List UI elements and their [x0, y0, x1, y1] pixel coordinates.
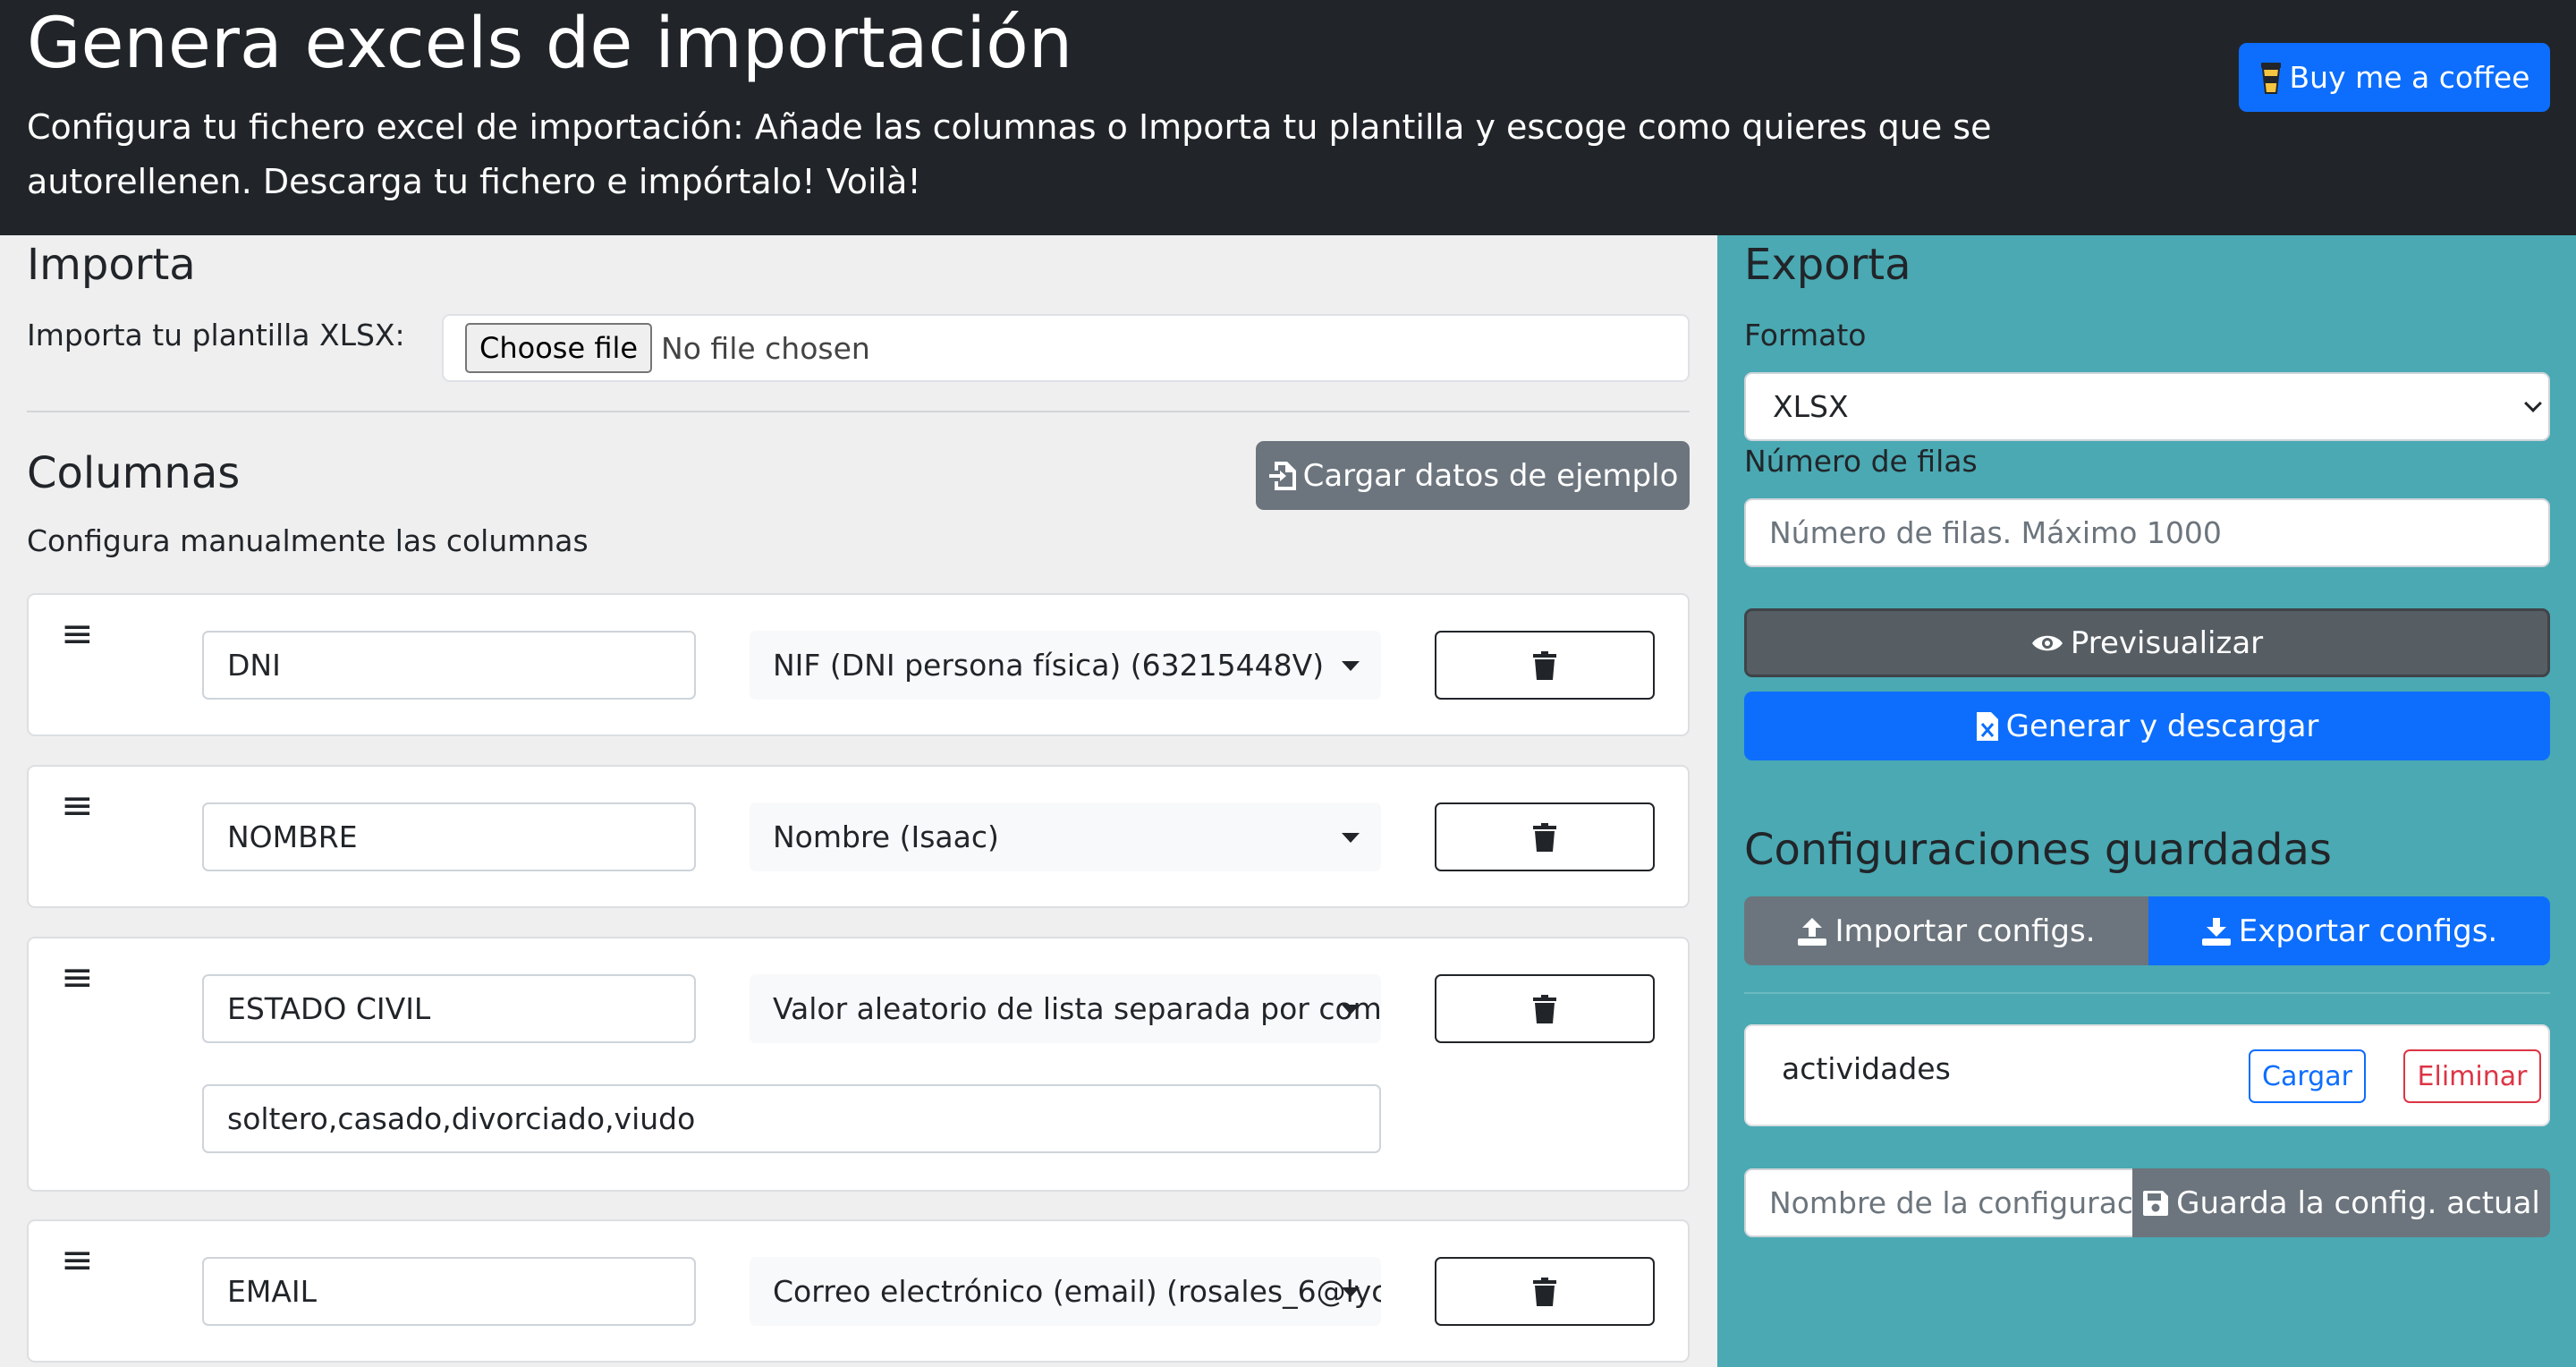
buy-coffee-button[interactable]: Buy me a coffee: [2239, 43, 2550, 112]
trash-icon: [1533, 1277, 1556, 1306]
column-row: ≡ EMAIL Correo electrónico (email) (rosa…: [27, 1219, 1690, 1363]
delete-column-button[interactable]: [1435, 1257, 1655, 1326]
preview-label: Previsualizar: [2070, 624, 2264, 661]
exporta-heading: Exporta: [1744, 240, 1911, 290]
file-excel-icon: [1976, 711, 1998, 741]
rows-count-input[interactable]: Número de filas. Máximo 1000: [1744, 498, 2550, 567]
caret-down-icon: [1342, 1004, 1360, 1015]
upload-icon: [1798, 917, 1827, 946]
generate-download-button[interactable]: Generar y descargar: [1744, 692, 2550, 760]
delete-column-button[interactable]: [1435, 974, 1655, 1043]
import-columns-panel: Importa Importa tu plantilla XLSX: Choos…: [0, 235, 1717, 1367]
trash-icon: [1533, 650, 1556, 680]
column-type-select[interactable]: NIF (DNI persona física) (63215448V): [750, 631, 1381, 700]
export-configs-label: Exportar configs.: [2238, 913, 2498, 949]
page-title: Genera excels de importación: [27, 4, 1073, 84]
column-row: ≡ DNI NIF (DNI persona física) (63215448…: [27, 593, 1690, 736]
import-configs-button[interactable]: Importar configs.: [1744, 896, 2148, 965]
column-row: ≡ NOMBRE Nombre (Isaac): [27, 765, 1690, 908]
format-label: Formato: [1744, 318, 1867, 352]
config-name-input[interactable]: Nombre de la configuración: [1744, 1168, 2134, 1237]
saved-config-name: actividades: [1782, 1051, 1951, 1086]
configs-heading: Configuraciones guardadas: [1744, 825, 2332, 875]
drag-handle-icon[interactable]: ≡: [61, 615, 94, 654]
column-type-select[interactable]: Valor aleatorio de lista separada por co…: [750, 974, 1381, 1043]
save-config-label: Guarda la config. actual: [2176, 1184, 2540, 1221]
template-label: Importa tu plantilla XLSX:: [27, 318, 405, 352]
load-config-button[interactable]: Cargar: [2249, 1049, 2366, 1103]
columnas-heading: Columnas: [27, 448, 241, 498]
delete-column-button[interactable]: [1435, 802, 1655, 871]
export-panel: Exporta Formato XLSX Número de filas Núm…: [1717, 235, 2576, 1367]
template-file-input[interactable]: Choose file No file chosen: [442, 314, 1690, 382]
caret-down-icon: [1342, 660, 1360, 671]
download-icon: [2201, 917, 2231, 946]
column-type-select[interactable]: Correo electrónico (email) (rosales_6@ly…: [750, 1257, 1381, 1326]
page-description: Configura tu fichero excel de importació…: [27, 107, 1992, 201]
delete-column-button[interactable]: [1435, 631, 1655, 700]
column-name-input[interactable]: NOMBRE: [202, 802, 696, 871]
importa-heading: Importa: [27, 240, 196, 290]
column-type-value: Correo electrónico (email) (rosales_6@ly…: [773, 1274, 1381, 1309]
choose-file-button[interactable]: Choose file: [465, 323, 653, 373]
column-type-select[interactable]: Nombre (Isaac): [750, 802, 1381, 871]
page-header: Genera excels de importación Configura t…: [0, 0, 2576, 235]
delete-config-button[interactable]: Eliminar: [2403, 1049, 2541, 1103]
column-name-input[interactable]: ESTADO CIVIL: [202, 974, 696, 1043]
saved-config-item: actividades Cargar Eliminar: [1744, 1024, 2550, 1126]
eye-icon: [2031, 635, 2063, 650]
floppy-disk-icon: [2143, 1190, 2169, 1216]
format-select[interactable]: XLSX: [1744, 372, 2550, 441]
columnas-subtitle: Configura manualmente las columnas: [27, 523, 589, 558]
drag-handle-icon[interactable]: ≡: [61, 786, 94, 826]
list-values-input[interactable]: soltero,casado,divorciado,viudo: [202, 1084, 1381, 1153]
rows-label: Número de filas: [1744, 444, 1978, 479]
drag-handle-icon[interactable]: ≡: [61, 958, 94, 998]
load-example-label: Cargar datos de ejemplo: [1302, 457, 1679, 494]
divider: [27, 411, 1690, 412]
save-config-button[interactable]: Guarda la config. actual: [2132, 1168, 2550, 1237]
preview-button[interactable]: Previsualizar: [1744, 608, 2550, 677]
column-name-input[interactable]: EMAIL: [202, 1257, 696, 1326]
drag-handle-icon[interactable]: ≡: [61, 1241, 94, 1280]
caret-down-icon: [1342, 1286, 1360, 1297]
import-configs-label: Importar configs.: [1835, 913, 2096, 949]
generate-label: Generar y descargar: [2005, 708, 2319, 744]
column-type-value: NIF (DNI persona física) (63215448V): [773, 648, 1325, 683]
divider: [1744, 992, 2550, 994]
coffee-cup-icon: [2260, 62, 2281, 94]
load-example-button[interactable]: Cargar datos de ejemplo: [1256, 441, 1690, 510]
caret-down-icon: [1342, 832, 1360, 843]
chevron-down-icon: [2524, 395, 2542, 412]
column-row: ≡ ESTADO CIVIL Valor aleatorio de lista …: [27, 937, 1690, 1192]
file-import-icon: [1268, 461, 1296, 490]
file-status: No file chosen: [661, 330, 870, 366]
column-type-value: Valor aleatorio de lista separada por co…: [773, 991, 1381, 1026]
format-value: XLSX: [1773, 389, 1849, 424]
buy-coffee-label: Buy me a coffee: [2289, 60, 2530, 95]
column-name-input[interactable]: DNI: [202, 631, 696, 700]
export-configs-button[interactable]: Exportar configs.: [2148, 896, 2550, 965]
column-type-value: Nombre (Isaac): [773, 819, 999, 854]
trash-icon: [1533, 994, 1556, 1023]
trash-icon: [1533, 822, 1556, 852]
